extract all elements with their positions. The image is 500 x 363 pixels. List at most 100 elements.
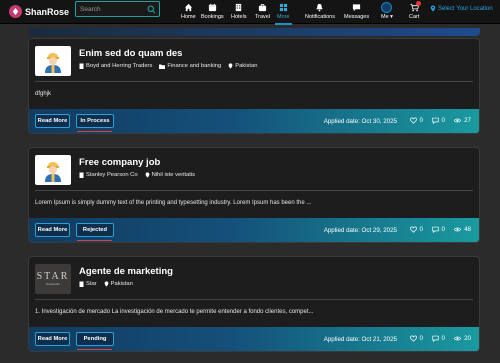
status-underline <box>77 130 112 132</box>
status-button[interactable]: In Process <box>76 114 114 128</box>
like-stat[interactable]: 0 <box>409 335 423 342</box>
eye-icon <box>454 118 462 123</box>
bell-icon <box>316 3 324 12</box>
grid-icon <box>279 3 287 12</box>
logo-subtext: Desarrollo <box>46 282 60 286</box>
brand-logo-icon <box>9 5 22 18</box>
building-icon <box>79 281 84 287</box>
search-input[interactable] <box>76 5 146 13</box>
company-logo: STAR Desarrollo <box>35 264 71 294</box>
comment-count: 0 <box>441 335 445 342</box>
home-icon <box>184 3 192 12</box>
eye-icon <box>454 227 462 232</box>
read-more-button[interactable]: Read More <box>35 332 70 346</box>
like-count: 0 <box>419 226 423 233</box>
heart-icon <box>409 117 417 124</box>
status-underline <box>77 348 112 350</box>
status-button[interactable]: Rejected <box>76 223 114 237</box>
view-count: 48 <box>464 226 471 233</box>
nav-travel-label: Travel <box>255 14 271 20</box>
location-label: Select Your Location <box>438 5 493 12</box>
read-more-button[interactable]: Read More <box>35 114 70 128</box>
map-pin-icon <box>228 63 233 69</box>
nav-hotels-label: Hotels <box>231 14 247 20</box>
brand-name: ShanRose <box>25 6 70 17</box>
avatar <box>381 2 393 13</box>
nav-home[interactable]: Home <box>181 0 196 24</box>
job-description: 1. Investigación de mercado La investiga… <box>35 309 314 315</box>
view-count: 27 <box>464 117 471 124</box>
job-meta: Boyd and Herring Traders Finance and ban… <box>79 63 264 69</box>
calendar-icon <box>208 3 216 12</box>
previous-card-footer <box>28 28 480 36</box>
card-footer: Read More In Process Applied date: Oct 3… <box>29 109 479 133</box>
job-location: Nihil iste veritatis <box>151 172 196 178</box>
company-name: Stanley Pearson Co <box>86 172 138 178</box>
map-pin-icon <box>145 172 149 178</box>
comment-stat[interactable]: 0 <box>431 226 445 233</box>
job-title[interactable]: Enim sed do quam des <box>79 48 182 59</box>
nav-more[interactable]: More <box>275 0 292 25</box>
like-count: 0 <box>419 117 423 124</box>
nav-me-label: Me ▾ <box>381 14 393 20</box>
status-underline <box>77 239 112 241</box>
like-stat[interactable]: 0 <box>409 226 423 233</box>
search-box[interactable] <box>75 1 160 17</box>
nav-notifications[interactable]: Notifications <box>305 0 335 24</box>
comment-stat[interactable]: 0 <box>431 335 445 342</box>
comment-icon <box>431 335 439 342</box>
comment-icon <box>431 117 439 124</box>
industry-meta: Finance and banking <box>159 63 221 69</box>
divider <box>35 299 473 300</box>
nav-travel[interactable]: Travel <box>255 0 270 24</box>
location-meta: Pakistan <box>104 281 133 287</box>
search-icon[interactable] <box>147 5 156 14</box>
divider <box>35 81 473 82</box>
job-meta: Stanley Pearson Co Nihil iste veritatis <box>79 172 202 178</box>
view-stat: 48 <box>454 226 471 233</box>
worker-avatar-icon <box>45 53 61 73</box>
job-title[interactable]: Free company job <box>79 157 160 168</box>
nav-messages-label: Messages <box>344 14 370 20</box>
nav-notifications-label: Notifications <box>305 14 335 20</box>
company-logo <box>35 155 71 185</box>
card-footer: Read More Pending Applied date: Oct 21, … <box>29 327 479 351</box>
nav-cart[interactable]: Cart <box>409 0 422 24</box>
hotel-icon <box>236 3 242 12</box>
applied-date: Applied date: Oct 30, 2025 <box>323 118 397 125</box>
comment-icon <box>431 226 439 233</box>
map-pin-icon <box>104 281 109 287</box>
worker-avatar-icon <box>45 162 61 182</box>
folder-icon <box>159 64 166 69</box>
suitcase-icon <box>258 3 267 12</box>
read-more-button[interactable]: Read More <box>35 223 70 237</box>
nav-more-label: More <box>277 14 290 20</box>
building-icon <box>79 63 84 69</box>
applied-date: Applied date: Oct 21, 2025 <box>323 336 397 343</box>
location-meta: Pakistan <box>228 63 257 69</box>
applied-date: Applied date: Oct 29, 2025 <box>323 227 397 234</box>
location-selector[interactable]: Select Your Location <box>430 5 493 12</box>
like-stat[interactable]: 0 <box>409 117 423 124</box>
job-card: Free company job Stanley Pearson Co Nihi… <box>28 147 480 243</box>
nav-messages[interactable]: Messages <box>344 0 369 24</box>
location-meta: Nihil iste veritatis <box>145 172 196 178</box>
nav-hotels[interactable]: Hotels <box>231 0 247 24</box>
job-description: Lorem Ipsum is simply dummy text of the … <box>35 200 312 206</box>
view-stat: 20 <box>454 335 471 342</box>
logo-text: STAR <box>36 271 70 282</box>
company-meta: Boyd and Herring Traders <box>79 63 152 69</box>
company-meta: Star <box>79 281 97 287</box>
job-description: dfghjk <box>35 91 52 97</box>
eye-icon <box>454 336 462 341</box>
status-button[interactable]: Pending <box>76 332 114 346</box>
job-location: Pakistan <box>235 63 258 69</box>
heart-icon <box>409 226 417 233</box>
job-title[interactable]: Agente de marketing <box>79 266 173 277</box>
brand[interactable]: ShanRose <box>9 5 75 18</box>
comment-stat[interactable]: 0 <box>431 117 445 124</box>
job-meta: Star Pakistan <box>79 281 140 287</box>
nav-bookings[interactable]: Bookings <box>201 0 224 24</box>
nav-me[interactable]: Me ▾ <box>381 0 393 24</box>
top-navbar: ShanRose Home Bookings Hotels Travel Mor… <box>0 0 500 25</box>
